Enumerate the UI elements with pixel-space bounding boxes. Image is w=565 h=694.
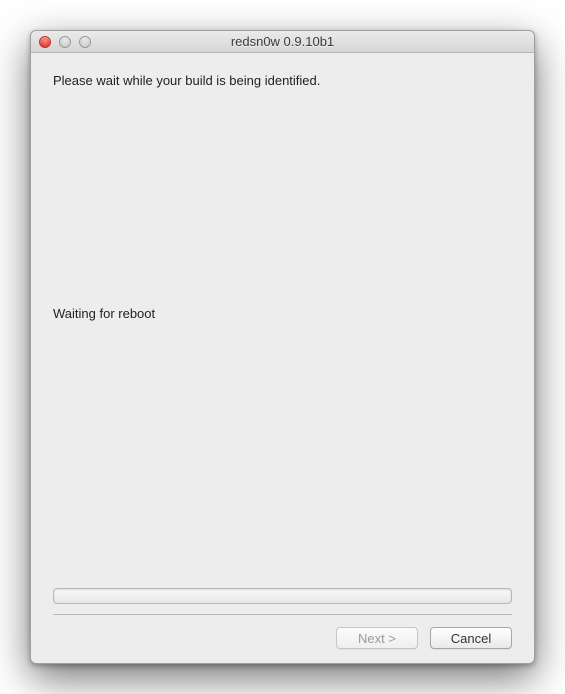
window-content: Please wait while your build is being id…	[31, 53, 534, 663]
cancel-button[interactable]: Cancel	[430, 627, 512, 649]
next-button: Next >	[336, 627, 418, 649]
progress-bar	[53, 588, 512, 604]
close-icon[interactable]	[39, 36, 51, 48]
spacer	[53, 94, 512, 306]
app-window: redsn0w 0.9.10b1 Please wait while your …	[30, 30, 535, 664]
minimize-icon	[59, 36, 71, 48]
instruction-text: Please wait while your build is being id…	[53, 73, 512, 88]
titlebar[interactable]: redsn0w 0.9.10b1	[31, 31, 534, 53]
divider	[53, 614, 512, 615]
window-title: redsn0w 0.9.10b1	[31, 34, 534, 49]
button-row: Next > Cancel	[53, 627, 512, 649]
status-text: Waiting for reboot	[53, 306, 512, 321]
zoom-icon	[79, 36, 91, 48]
spacer	[53, 321, 512, 588]
traffic-lights	[39, 36, 91, 48]
